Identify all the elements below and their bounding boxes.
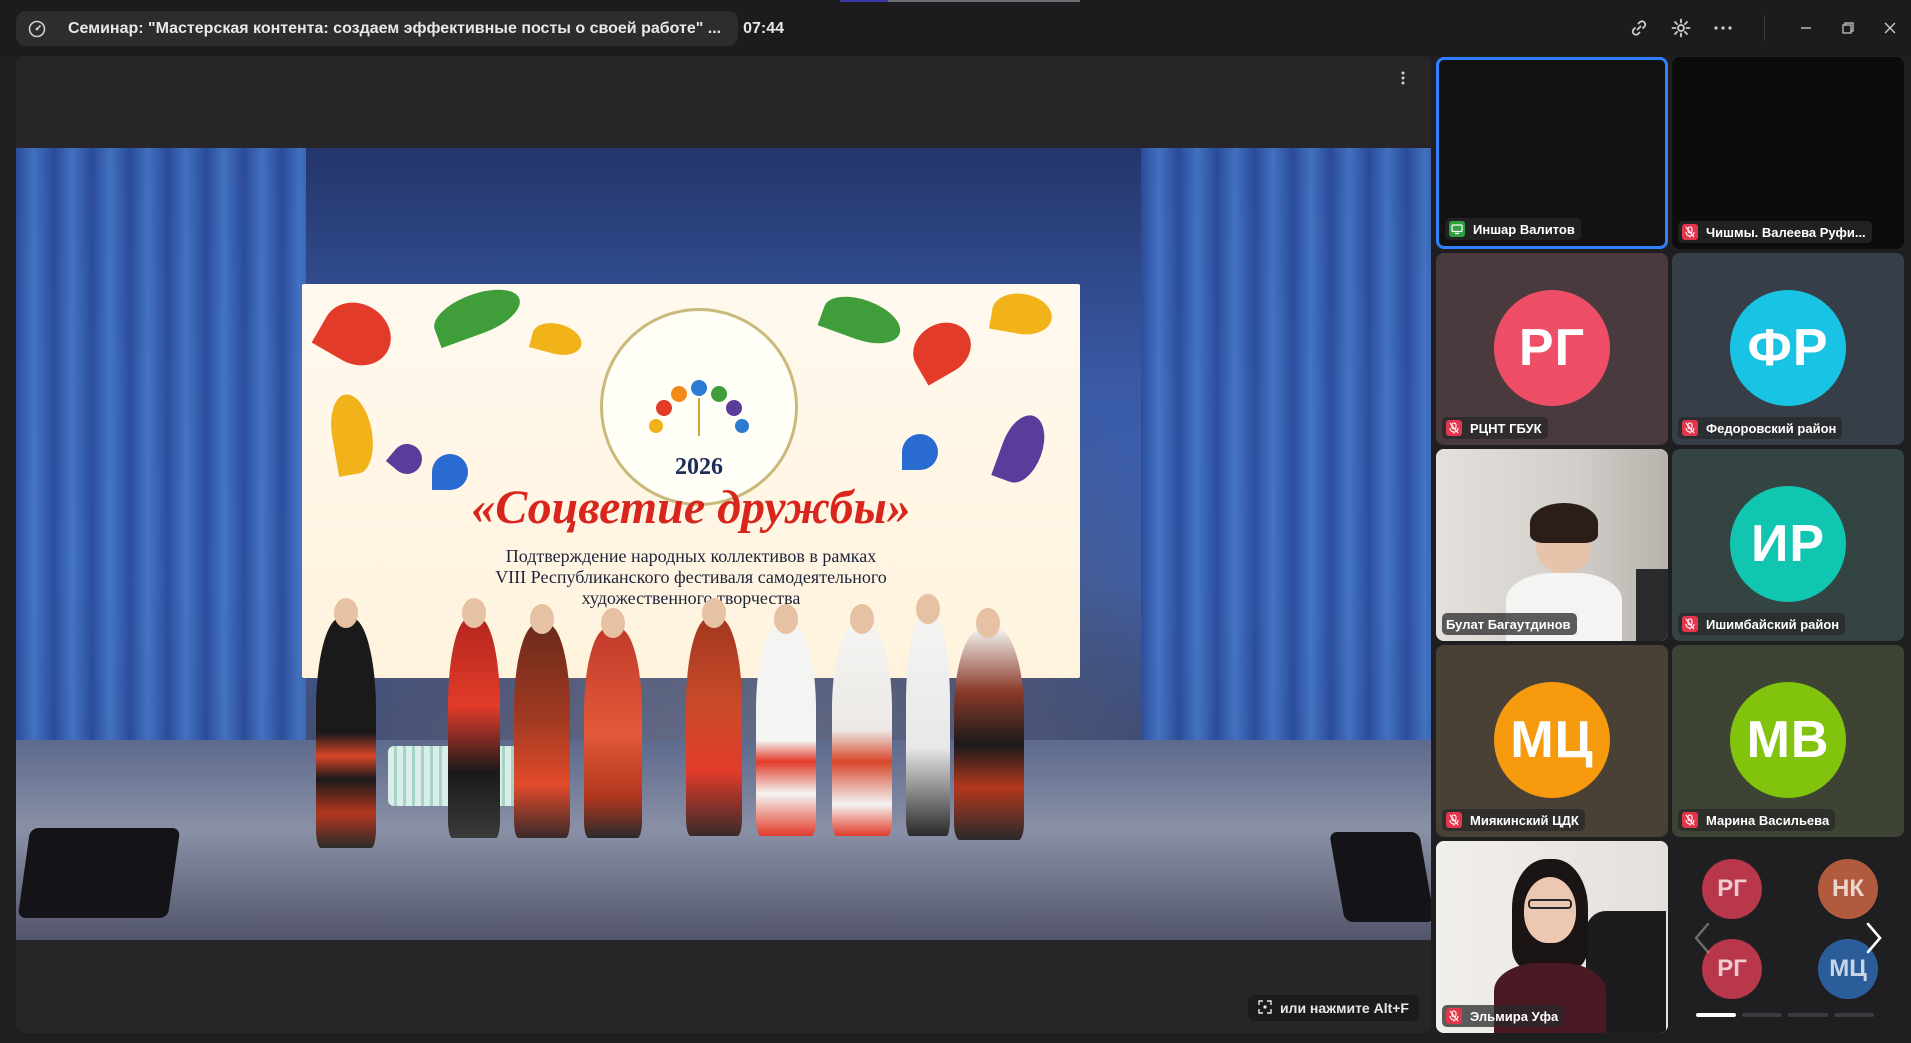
participant-tile[interactable]: Чишмы. Валеева Руфи... (1672, 57, 1904, 249)
toolbar-divider (1764, 15, 1765, 41)
page-dot[interactable] (1834, 1013, 1874, 1017)
participant-nametag: Эльмира Уфа (1442, 1005, 1565, 1027)
avatar: МВ (1730, 682, 1846, 798)
mic-muted-icon (1682, 616, 1698, 632)
meeting-timer: 07:44 (743, 19, 785, 37)
flower-emblem-icon (649, 380, 749, 436)
participant-tile[interactable]: МВ Марина Васильева (1672, 645, 1904, 837)
participant-tile[interactable]: ИР Ишимбайский район (1672, 449, 1904, 641)
participant-nametag: Булат Багаутдинов (1442, 613, 1577, 635)
title-bar: Семинар: "Мастерская контента: создаем э… (0, 0, 1911, 56)
prev-page-icon[interactable] (1692, 921, 1712, 960)
tab-indicator (840, 0, 888, 2)
fullscreen-hint[interactable]: или нажмите Alt+F (1247, 995, 1419, 1021)
stage-more-icon[interactable] (1391, 66, 1415, 90)
participant-name: Миякинский ЦДК (1470, 812, 1579, 828)
mic-muted-icon (1446, 420, 1462, 436)
page-dot[interactable] (1696, 1013, 1736, 1017)
participant-tile[interactable]: РГ РЦНТ ГБУК (1436, 253, 1668, 445)
participant-name: Федоровский район (1706, 420, 1837, 436)
page-dot[interactable] (1788, 1013, 1828, 1017)
mini-avatar: НК (1818, 859, 1878, 919)
participant-name: Марина Васильева (1706, 812, 1830, 828)
participant-nametag: Федоровский район (1678, 417, 1843, 439)
participant-tile[interactable]: МЦ Миякинский ЦДК (1436, 645, 1668, 837)
participant-name: Чишмы. Валеева Руфи... (1706, 224, 1866, 240)
participant-tile[interactable]: Эльмира Уфа (1436, 841, 1668, 1033)
festival-year: 2026 (675, 454, 723, 480)
meeting-info-pill[interactable]: Семинар: "Мастерская контента: создаем э… (16, 11, 784, 46)
page-indicator (1696, 1013, 1874, 1017)
festival-subtitle: Подтверждение народных коллективов в рам… (495, 546, 887, 608)
link-icon[interactable] (1618, 10, 1660, 46)
next-page-icon[interactable] (1864, 921, 1884, 960)
more-icon[interactable] (1702, 10, 1744, 46)
tab-indicator-secondary (888, 0, 1080, 2)
meeting-title: Семинар: "Мастерская контента: создаем э… (68, 19, 722, 37)
shared-video[interactable]: 2026 «Соцветие дружбы» Подтверждение нар… (16, 148, 1431, 940)
participant-name: Булат Багаутдинов (1446, 616, 1571, 632)
screen-share-icon (1449, 221, 1465, 237)
participant-tile[interactable]: Иншар Валитов (1436, 57, 1668, 249)
avatar: ИР (1730, 486, 1846, 602)
more-participants-tile[interactable]: РГ НК РГ МЦ (1672, 841, 1904, 1033)
mini-avatar: РГ (1702, 859, 1762, 919)
avatar: МЦ (1494, 682, 1610, 798)
stage-speaker-left (17, 828, 181, 918)
restore-icon[interactable] (1827, 10, 1869, 46)
participant-nametag: Миякинский ЦДК (1442, 809, 1585, 831)
participant-tile[interactable]: Булат Багаутдинов (1436, 449, 1668, 641)
speed-icon (28, 18, 46, 40)
mic-muted-icon (1682, 224, 1698, 240)
participant-nametag: Иншар Валитов (1445, 218, 1581, 240)
window-controls (1618, 10, 1911, 46)
festival-emblem: 2026 (600, 308, 798, 506)
festival-title: «Соцветие дружбы» (471, 481, 911, 534)
participant-nametag: Ишимбайский район (1678, 613, 1846, 635)
participant-tile[interactable]: ФР Федоровский район (1672, 253, 1904, 445)
festival-screen: 2026 «Соцветие дружбы» Подтверждение нар… (302, 284, 1080, 678)
avatar: ФР (1730, 290, 1846, 406)
close-icon[interactable] (1869, 10, 1911, 46)
participant-name: Эльмира Уфа (1470, 1008, 1559, 1024)
participant-name: РЦНТ ГБУК (1470, 420, 1542, 436)
page-dot[interactable] (1742, 1013, 1782, 1017)
mic-muted-icon (1446, 1008, 1462, 1024)
fullscreen-hint-text: или нажмите Alt+F (1279, 1000, 1409, 1016)
gear-icon[interactable] (1660, 10, 1702, 46)
participant-name: Ишимбайский район (1706, 616, 1840, 632)
minimize-icon[interactable] (1785, 10, 1827, 46)
participant-nametag: Марина Васильева (1678, 809, 1836, 831)
fullscreen-icon (1258, 999, 1272, 1017)
mic-muted-icon (1682, 812, 1698, 828)
main-stage: 2026 «Соцветие дружбы» Подтверждение нар… (16, 56, 1431, 1033)
stage-speaker-right (1329, 832, 1431, 922)
participant-nametag: РЦНТ ГБУК (1442, 417, 1548, 439)
avatar: РГ (1494, 290, 1610, 406)
mic-muted-icon (1446, 812, 1462, 828)
participant-name: Иншар Валитов (1473, 221, 1575, 237)
participant-nametag: Чишмы. Валеева Руфи... (1678, 221, 1872, 243)
mic-muted-icon (1682, 420, 1698, 436)
